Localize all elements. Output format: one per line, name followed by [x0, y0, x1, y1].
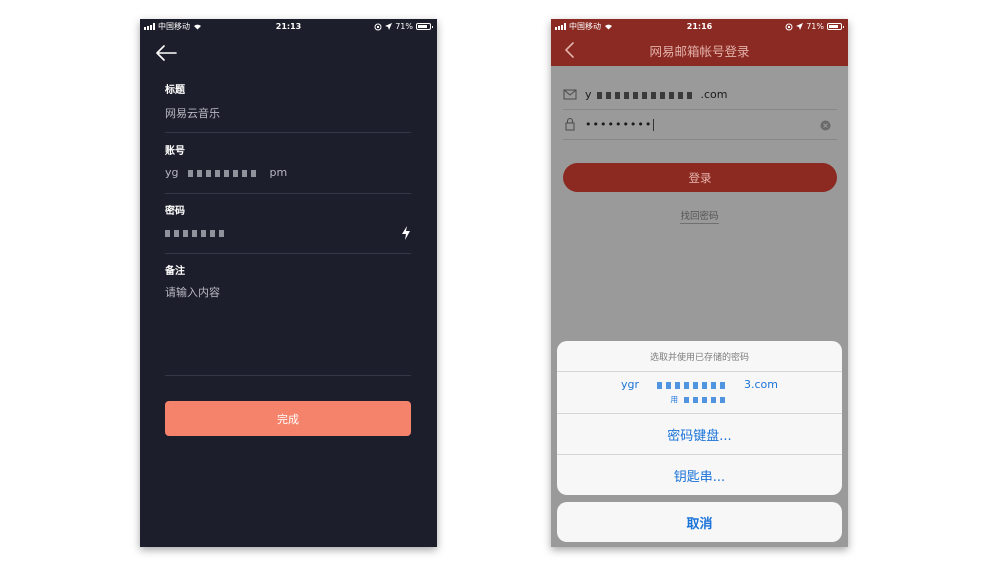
- note-label: 备注: [165, 266, 185, 277]
- redacted-text: [188, 169, 260, 177]
- account-label: 账号: [165, 146, 185, 157]
- saved-account-prefix: ygr: [620, 378, 639, 391]
- saved-account-user-prefix: 用: [670, 395, 679, 404]
- wifi-icon: [194, 24, 201, 30]
- page-title: 网易邮箱帐号登录: [649, 44, 750, 59]
- battery-icon: [827, 23, 844, 30]
- battery-percent: 71%: [806, 22, 824, 31]
- clear-icon[interactable]: [820, 120, 831, 131]
- saved-account-suffix: 3.com: [744, 378, 778, 391]
- password-value: [165, 226, 225, 239]
- done-button[interactable]: 完成: [165, 401, 411, 436]
- note-field[interactable]: 备注 请输入内容: [165, 262, 411, 376]
- cancel-button[interactable]: 取消: [557, 502, 842, 542]
- password-keyboard-option[interactable]: 密码键盘...: [557, 414, 842, 455]
- redacted-text: [656, 381, 727, 389]
- redacted-text: [597, 91, 696, 99]
- location-icon: [385, 23, 393, 30]
- email-field[interactable]: y .com: [563, 80, 837, 110]
- password-label: 密码: [165, 206, 185, 217]
- login-button[interactable]: 登录: [563, 163, 837, 192]
- password-action-sheet: 选取并使用已存储的密码 ygr 3.com 用 密码键盘... 钥匙串...: [557, 341, 842, 495]
- carrier-label: 中国移动: [158, 22, 190, 31]
- battery-icon: [416, 23, 433, 30]
- lock-icon: [565, 118, 575, 131]
- forgot-password-link[interactable]: 找回密码: [551, 208, 848, 224]
- nav-bar: 中国移动 21:16 71% 网易邮箱帐号登录: [551, 19, 848, 66]
- email-suffix: .com: [700, 88, 728, 101]
- signal-icon: [555, 23, 566, 30]
- left-phone-screen: 中国移动 21:13 71% 标题 网易云音乐 账号 yg pm 密码 备注 请…: [140, 19, 437, 547]
- email-prefix: y: [585, 88, 592, 101]
- location-icon: [796, 23, 804, 30]
- right-phone-screen: 中国移动 21:16 71% 网易邮箱帐号登录 y .com •••••••••…: [551, 19, 848, 547]
- account-value: yg pm: [165, 166, 287, 179]
- saved-account-option[interactable]: ygr 3.com 用: [557, 372, 842, 414]
- account-value-suffix: pm: [269, 166, 288, 179]
- status-bar: 中国移动 21:13 71%: [140, 19, 437, 34]
- account-field[interactable]: 账号 yg pm: [165, 142, 411, 194]
- text-cursor: [653, 119, 655, 131]
- password-value: •••••••••: [585, 118, 655, 131]
- password-field[interactable]: 密码: [165, 202, 411, 254]
- mail-icon: [563, 89, 577, 100]
- status-bar: 中国移动 21:16 71%: [551, 19, 848, 34]
- note-placeholder: 请输入内容: [165, 286, 220, 299]
- forgot-password-label[interactable]: 找回密码: [680, 211, 719, 224]
- account-value-prefix: yg: [165, 166, 179, 179]
- orientation-lock-icon: [374, 23, 382, 30]
- email-value: y .com: [585, 88, 728, 101]
- title-label: 标题: [165, 85, 185, 96]
- title-field[interactable]: 标题 网易云音乐: [165, 81, 411, 133]
- password-field[interactable]: •••••••••: [563, 110, 837, 140]
- carrier-label: 中国移动: [569, 22, 601, 31]
- title-value: 网易云音乐: [165, 107, 220, 120]
- orientation-lock-icon: [785, 23, 793, 30]
- redacted-text: [684, 397, 729, 403]
- sheet-header: 选取并使用已存储的密码: [557, 341, 842, 372]
- keychain-option[interactable]: 钥匙串...: [557, 455, 842, 495]
- signal-icon: [144, 23, 155, 30]
- battery-percent: 71%: [395, 22, 413, 31]
- back-arrow-icon[interactable]: [155, 45, 177, 61]
- password-dots: •••••••••: [585, 118, 653, 131]
- saved-account-user: 用: [557, 394, 842, 405]
- flash-icon[interactable]: [401, 226, 411, 240]
- saved-account-line: ygr 3.com: [557, 378, 842, 391]
- wifi-icon: [605, 24, 612, 30]
- redacted-password: [165, 229, 225, 237]
